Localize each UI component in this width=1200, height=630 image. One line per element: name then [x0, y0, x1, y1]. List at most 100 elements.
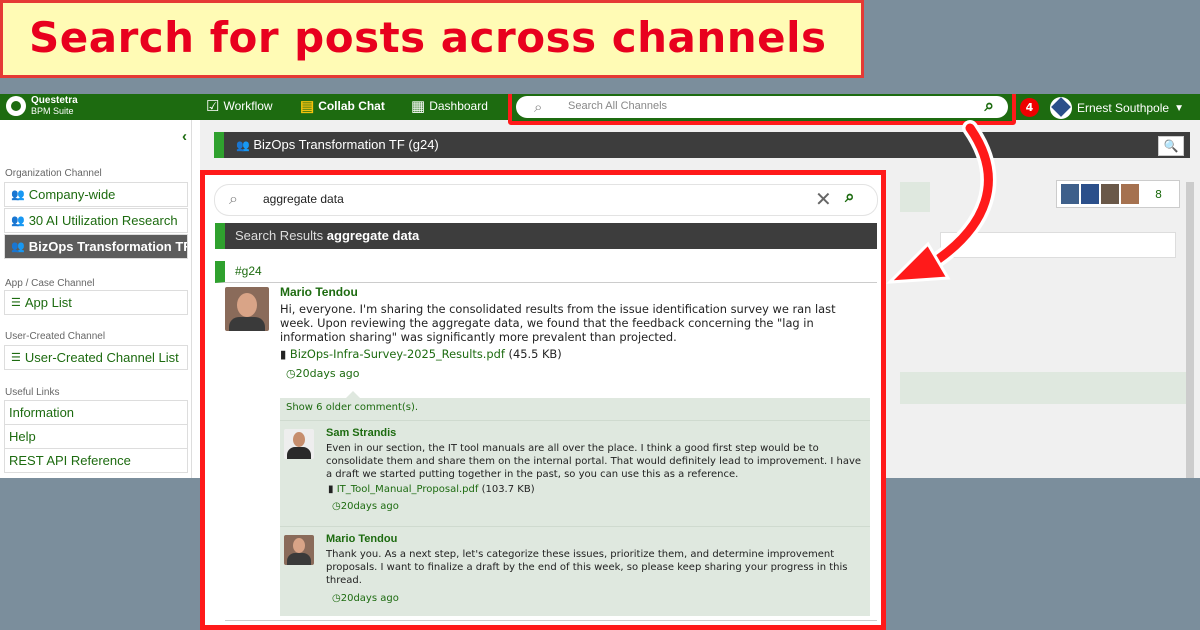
sidebar: ‹ Organization Channel 👥 Company-wide 👥 …: [0, 120, 192, 478]
banner-title: Search for posts across channels: [29, 13, 827, 62]
sidebar-item-label: BizOps Transformation TF: [28, 239, 188, 254]
channel-tag[interactable]: #g24: [215, 261, 877, 283]
results-header: Search Results aggregate data: [215, 223, 877, 249]
clear-icon[interactable]: ✕: [815, 187, 832, 211]
chat-icon: ▤: [300, 98, 315, 115]
link-rest-api[interactable]: REST API Reference: [4, 448, 188, 473]
comment: Mario Tendou Thank you. As a next step, …: [280, 526, 870, 616]
logo-name: Questetra: [31, 95, 78, 106]
member-avatar: [1121, 184, 1139, 204]
member-count: 8: [1155, 187, 1162, 201]
comment: Sam Strandis Even in our section, the IT…: [280, 420, 870, 526]
list-icon: ☰: [11, 297, 21, 309]
group-icon: 👥: [11, 241, 25, 253]
nav-workflow[interactable]: ☑ Workflow: [206, 97, 273, 115]
user-menu[interactable]: Ernest Southpole ▼: [1050, 97, 1184, 119]
dashboard-icon: ▦: [411, 98, 426, 115]
post: Mario Tendou Hi, everyone. I'm sharing t…: [280, 285, 870, 380]
link-help[interactable]: Help: [4, 424, 188, 449]
post-attachment: ▮ BizOps-Infra-Survey-2025_Results.pdf (…: [280, 347, 870, 361]
channel-header: 👥 BizOps Transformation TF (g24): [214, 132, 1190, 158]
channel-title: BizOps Transformation TF (g24): [253, 137, 439, 152]
clock-icon: ◷: [332, 593, 341, 604]
search-submit-icon[interactable]: ⌕: [984, 96, 994, 116]
channel-search-input[interactable]: ⌕ aggregate data ✕ ⌕: [215, 185, 877, 215]
post-message: Hi, everyone. I'm sharing the consolidat…: [280, 302, 836, 344]
attachment-link[interactable]: BizOps-Infra-Survey-2025_Results.pdf: [290, 347, 505, 361]
member-avatar: [1081, 184, 1099, 204]
notification-badge[interactable]: 4: [1020, 98, 1039, 117]
caret-down-icon: ▼: [1174, 102, 1184, 114]
attachment-size: (103.7 KB): [481, 484, 535, 495]
nav-collab-chat-label: Collab Chat: [318, 99, 385, 113]
avatar[interactable]: [284, 429, 314, 459]
member-avatar: [1061, 184, 1079, 204]
comment-body: Mario Tendou Thank you. As a next step, …: [326, 533, 866, 604]
results-query: aggregate data: [326, 228, 420, 243]
comment-body: Sam Strandis Even in our section, the IT…: [326, 427, 866, 512]
logo-sub: BPM Suite: [31, 106, 74, 116]
search-icon: 🔍: [1163, 139, 1179, 153]
sidebar-item-ai-research[interactable]: 👥 30 AI Utilization Research: [4, 208, 188, 233]
section-app-title: App / Case Channel: [5, 278, 95, 289]
search-submit-icon[interactable]: ⌕: [845, 187, 855, 207]
paperclip-icon: ▮: [280, 347, 287, 361]
group-icon: 👥: [11, 215, 25, 227]
comment-time[interactable]: ◷20days ago: [332, 593, 866, 604]
nav-dashboard-label: Dashboard: [429, 99, 488, 113]
section-user-title: User-Created Channel: [5, 331, 106, 342]
comment-time-label: 20days ago: [340, 501, 399, 512]
scrollbar[interactable]: [1186, 182, 1194, 478]
avatar-face: [237, 293, 257, 317]
comment-author[interactable]: Mario Tendou: [326, 533, 866, 545]
nav-workflow-label: Workflow: [223, 99, 273, 113]
sidebar-item-bizops[interactable]: 👥 BizOps Transformation TF: [4, 234, 188, 259]
comment-message: Even in our section, the IT tool manuals…: [326, 443, 862, 480]
sidebar-item-label: User-Created Channel List: [24, 350, 179, 365]
logo[interactable]: Questetra BPM Suite: [6, 96, 78, 116]
avatar-body: [287, 553, 311, 565]
comment-message: Thank you. As a next step, let's categor…: [326, 549, 848, 586]
section-org-title: Organization Channel: [5, 168, 102, 179]
section-links-title: Useful Links: [5, 387, 60, 398]
group-icon: 👥: [236, 140, 250, 152]
headline-banner: Search for posts across channels: [0, 0, 864, 78]
attachment-link[interactable]: IT_Tool_Manual_Proposal.pdf: [337, 484, 479, 495]
avatar[interactable]: [284, 535, 314, 565]
global-search-input[interactable]: ⌕ Search All Channels ⌕: [516, 96, 1008, 118]
channel-search-button[interactable]: 🔍: [1158, 136, 1184, 156]
sidebar-item-company-wide[interactable]: 👥 Company-wide: [4, 182, 188, 207]
nav-dashboard[interactable]: ▦ Dashboard: [411, 97, 488, 115]
comment-time[interactable]: ◷20days ago: [332, 501, 866, 512]
sidebar-item-label: Company-wide: [28, 187, 116, 202]
avatar-face: [293, 432, 305, 447]
clock-icon: ◷: [286, 367, 296, 380]
search-icon: ⌕: [534, 98, 543, 116]
comments-panel: Show 6 older comment(s). Sam Strandis Ev…: [280, 398, 870, 616]
member-list[interactable]: 8: [1056, 180, 1180, 208]
link-information[interactable]: Information: [4, 400, 188, 425]
member-avatar: [1101, 184, 1119, 204]
sidebar-item-label: App List: [24, 295, 72, 310]
user-name: Ernest Southpole: [1077, 101, 1170, 115]
workflow-icon: ☑: [206, 98, 220, 115]
nav-collab-chat[interactable]: ▤ Collab Chat: [300, 97, 385, 115]
user-avatar: [1050, 97, 1072, 119]
avatar[interactable]: [225, 287, 269, 331]
paperclip-icon: ▮: [328, 484, 334, 495]
chevron-left-icon[interactable]: ‹: [182, 128, 187, 145]
results-prefix: Search Results: [235, 228, 324, 243]
post-time-label: 20days ago: [295, 367, 360, 380]
questetra-logo-icon: [6, 96, 26, 116]
search-placeholder: Search All Channels: [568, 100, 668, 112]
comment-author[interactable]: Sam Strandis: [326, 427, 866, 439]
sidebar-item-user-channel-list[interactable]: ☰ User-Created Channel List: [4, 345, 188, 370]
clock-icon: ◷: [332, 501, 341, 512]
search-query[interactable]: aggregate data: [263, 192, 344, 206]
show-older-comments[interactable]: Show 6 older comment(s).: [286, 402, 418, 413]
avatar-body: [229, 317, 265, 331]
post-time[interactable]: ◷20days ago: [286, 367, 870, 380]
comment-time-label: 20days ago: [340, 593, 399, 604]
post-author[interactable]: Mario Tendou: [280, 285, 870, 299]
sidebar-item-app-list[interactable]: ☰ App List: [4, 290, 188, 315]
